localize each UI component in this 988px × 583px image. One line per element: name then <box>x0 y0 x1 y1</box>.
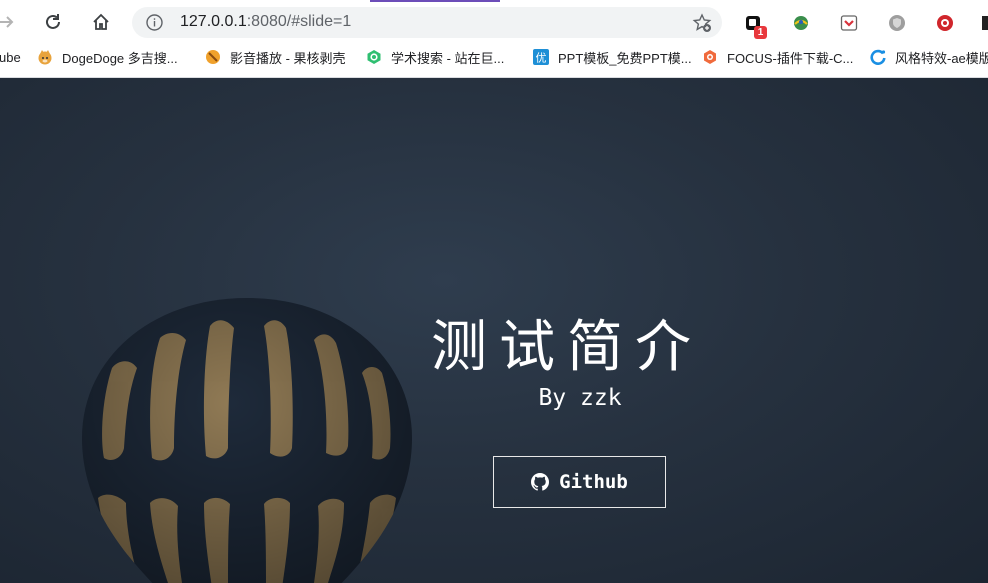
extension-globe-icon[interactable] <box>791 13 811 33</box>
slide-title: 测试简介 <box>431 315 703 380</box>
scholar-search-icon <box>367 50 381 64</box>
extension-record-icon[interactable] <box>935 13 955 33</box>
bookmark-ae-templates[interactable]: 风格特效-ae模版 <box>870 47 988 67</box>
bookmark-label: 学术搜索 - 站在巨... <box>391 50 505 66</box>
presentation-slide: 测试简介 By zzk Github <box>0 78 988 583</box>
forward-arrow-icon <box>0 16 14 28</box>
bookmark-label: 影音播放 - 果核剥壳 <box>230 50 346 66</box>
active-tab-indicator <box>370 0 500 2</box>
reload-icon <box>46 14 60 29</box>
url-host: 127.0.0.1 <box>180 13 247 30</box>
bookmark-media-player[interactable]: 影音播放 - 果核剥壳 <box>205 47 346 67</box>
bookmark-label: FOCUS-插件下载-C... <box>727 50 854 66</box>
bookmarks-bar: ube DogeDoge 多吉搜... 影音播放 - 果核剥壳 学术搜索 - 站… <box>0 41 988 73</box>
github-button-label: Github <box>559 471 628 493</box>
bookmark-label: PPT模板_免费PPT模... <box>558 50 692 66</box>
reload-button[interactable] <box>38 7 68 37</box>
bookmark-label: 风格特效-ae模版 <box>895 50 988 66</box>
bookmark-label: DogeDoge 多吉搜... <box>62 50 178 66</box>
bookmark-dogedoge[interactable]: DogeDoge 多吉搜... <box>37 47 178 67</box>
forward-button[interactable] <box>0 7 22 37</box>
home-button[interactable] <box>86 7 116 37</box>
extension-pocket-icon[interactable] <box>839 13 859 33</box>
bookmark-ppt-templates[interactable]: 优 PPT模板_免费PPT模... <box>533 47 692 67</box>
ae-template-icon <box>870 49 886 65</box>
github-icon <box>531 473 550 491</box>
bookmark-youtube[interactable]: ube <box>0 47 21 67</box>
github-button[interactable]: Github <box>493 456 666 508</box>
home-icon <box>93 13 109 30</box>
browser-chrome: 127.0.0.1:8080/#slide=1 1 ube DogeDoge 多 <box>0 0 988 78</box>
address-bar[interactable]: 127.0.0.1:8080/#slide=1 <box>132 7 722 38</box>
bookmark-star-icon[interactable] <box>692 13 712 33</box>
url-text[interactable]: 127.0.0.1:8080/#slide=1 <box>180 13 351 31</box>
extension-overflow-icon[interactable] <box>980 13 988 33</box>
bookmark-label: ube <box>0 49 21 65</box>
slide-subtitle: By zzk <box>538 385 622 411</box>
svg-text:优: 优 <box>536 52 547 65</box>
focus-plugin-icon <box>704 50 716 64</box>
browser-toolbar: 127.0.0.1:8080/#slide=1 1 <box>0 3 988 41</box>
bookmark-focus-plugin[interactable]: FOCUS-插件下载-C... <box>702 47 853 67</box>
ppt-template-icon: 优 <box>533 49 549 65</box>
bookmark-scholar-search[interactable]: 学术搜索 - 站在巨... <box>366 47 504 67</box>
extension-badge: 1 <box>754 26 767 39</box>
doge-icon <box>38 50 52 65</box>
extension-shield-icon[interactable] <box>887 13 907 33</box>
site-info-icon[interactable] <box>146 14 163 31</box>
media-player-icon <box>206 50 220 64</box>
url-path: :8080/#slide=1 <box>246 13 352 30</box>
